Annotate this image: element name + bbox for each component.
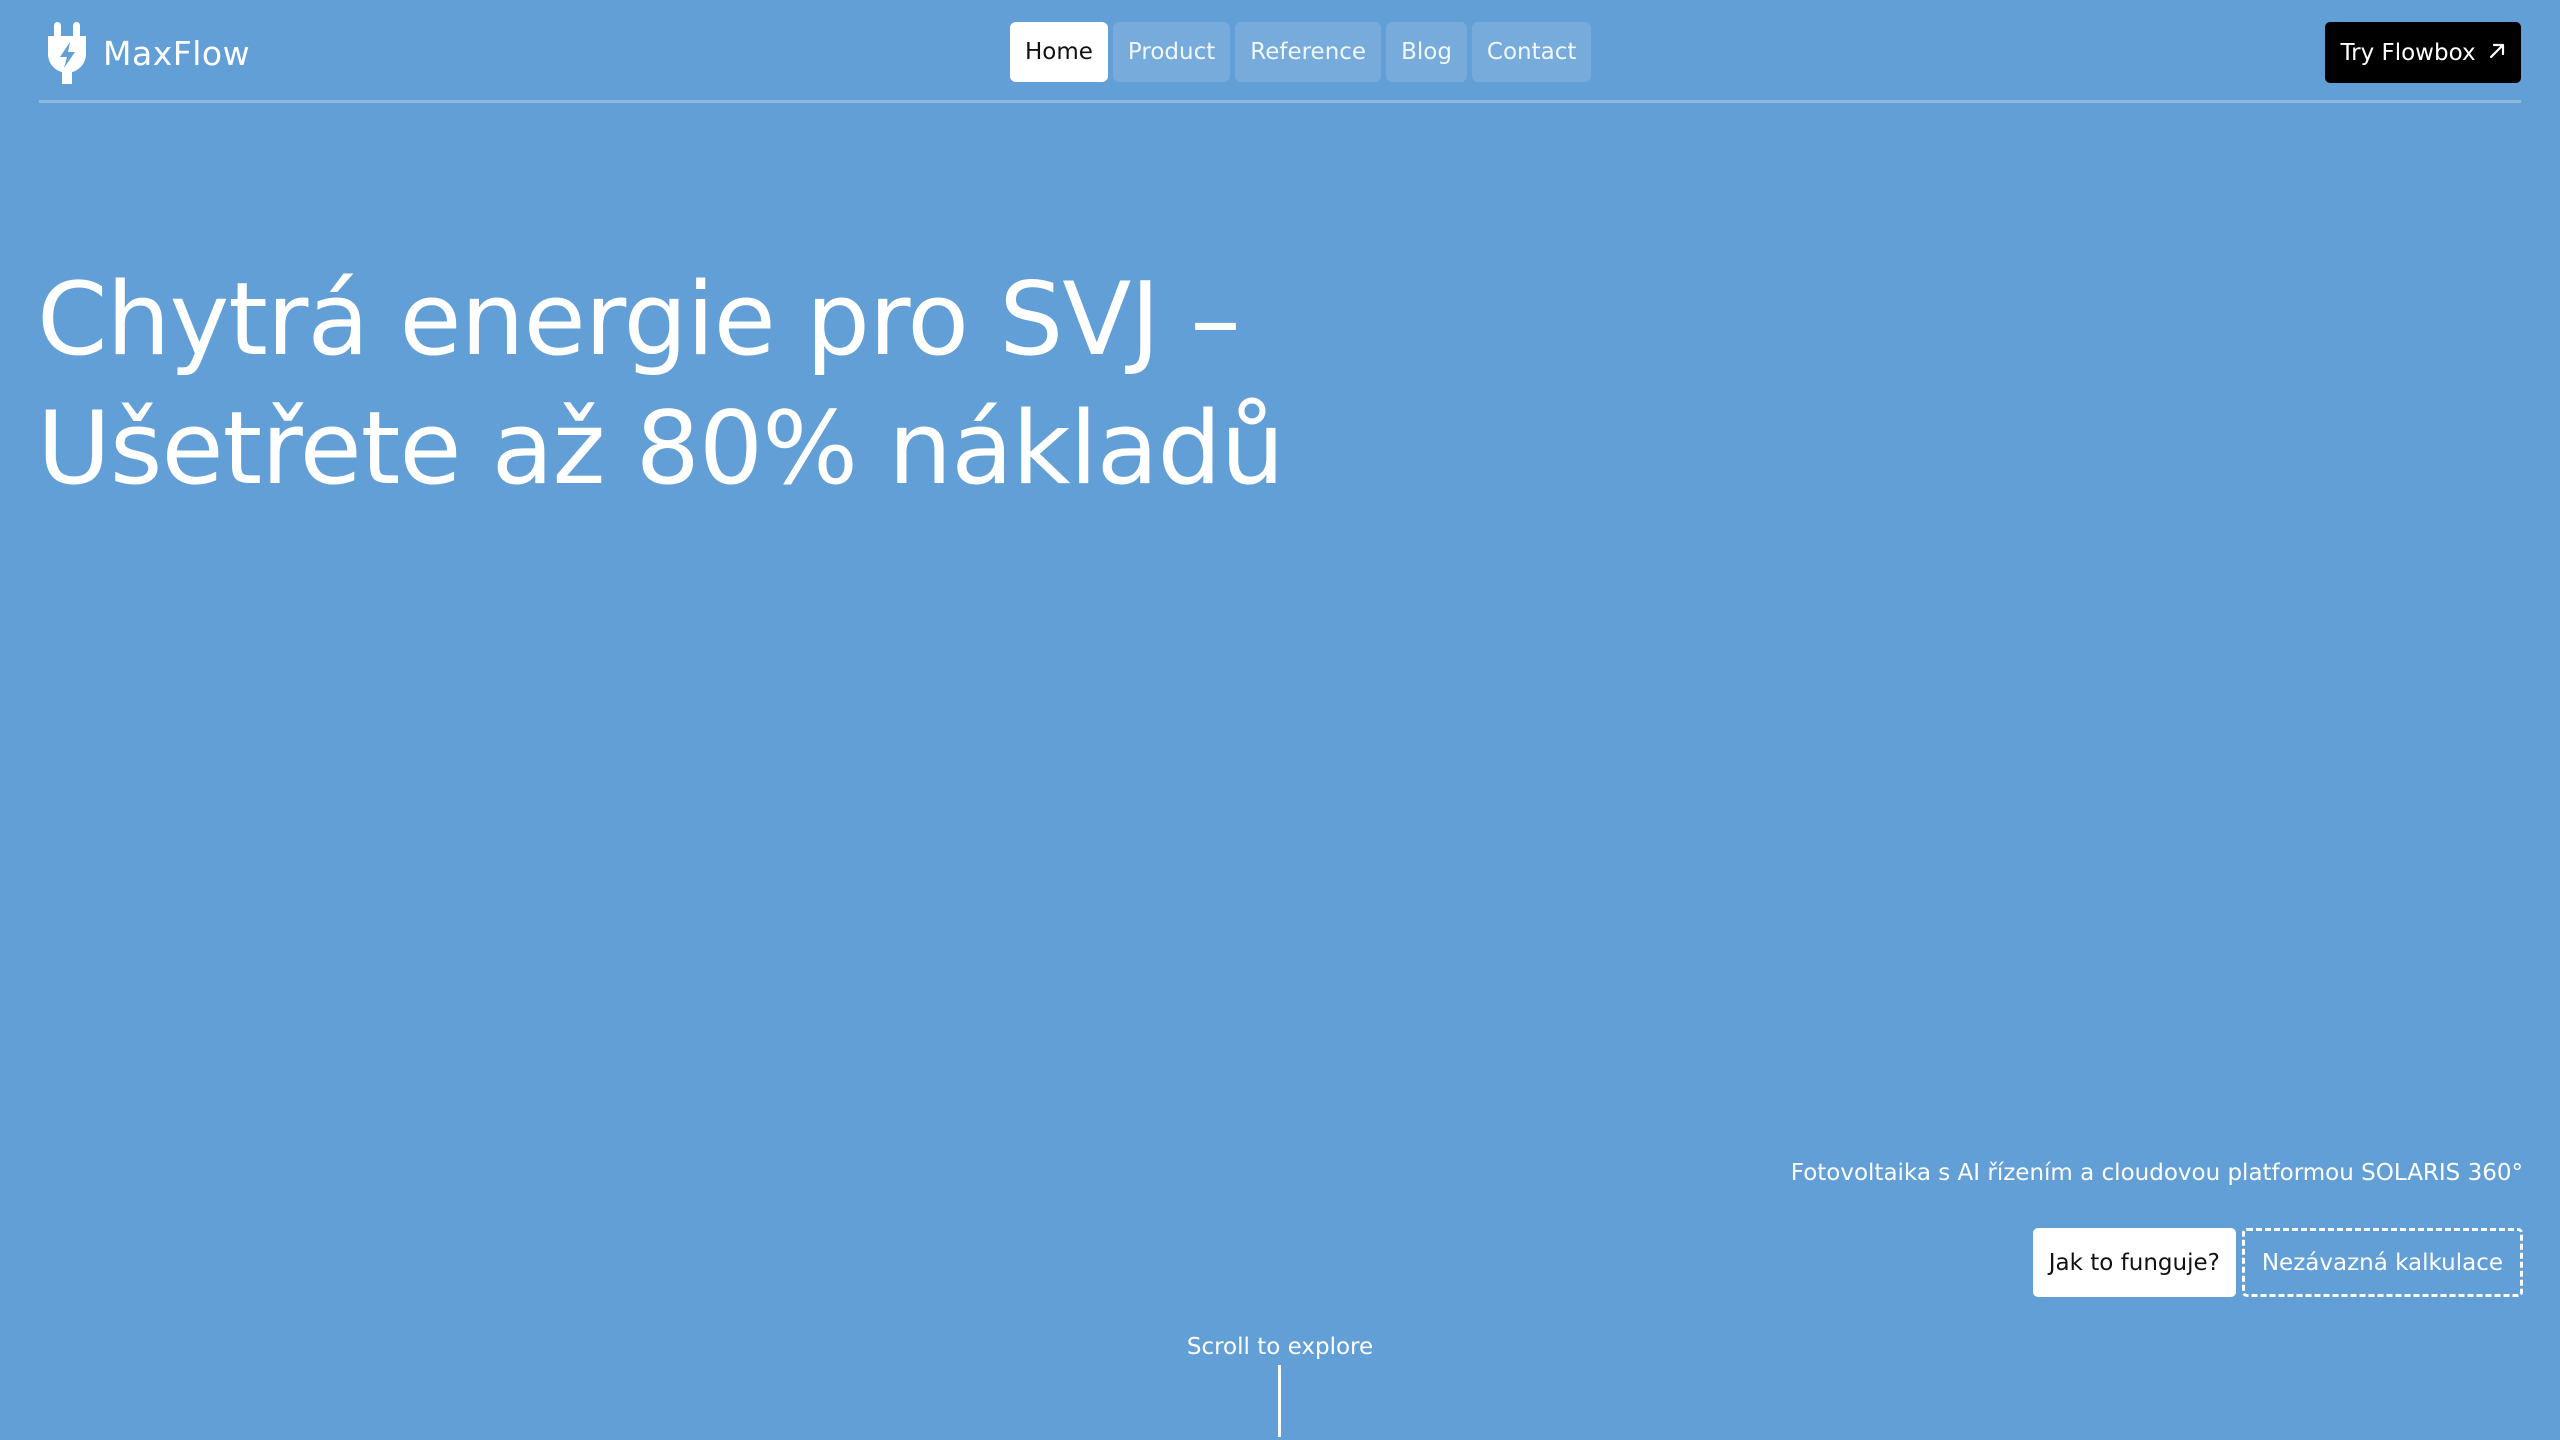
hero-tagline: Fotovoltaika s AI řízením a cloudovou pl… (1790, 1160, 2523, 1186)
try-flowbox-button[interactable]: Try Flowbox (2325, 22, 2521, 83)
hero-title-line-2: Ušetřete až 80% nákladů (37, 389, 1285, 507)
plug-bolt-icon (45, 22, 89, 84)
nav-item-product[interactable]: Product (1112, 22, 1231, 82)
nav-item-contact[interactable]: Contact (1471, 22, 1592, 82)
nav-item-reference[interactable]: Reference (1235, 22, 1382, 82)
scroll-indicator-line (1278, 1365, 1281, 1437)
nav-item-blog[interactable]: Blog (1386, 22, 1467, 82)
brand-name: MaxFlow (103, 33, 251, 73)
arrow-up-right-icon (2488, 40, 2506, 66)
how-it-works-button[interactable]: Jak to funguje? (2032, 1228, 2236, 1297)
nav-item-home[interactable]: Home (1010, 22, 1108, 82)
hero-title: Chytrá energie pro SVJ – Ušetřete až 80%… (37, 255, 1285, 513)
page: MaxFlow Home Product Reference Blog Cont… (0, 0, 2560, 1440)
logo[interactable]: MaxFlow (45, 22, 250, 84)
scroll-hint: Scroll to explore (1186, 1334, 1374, 1360)
hero-title-line-1: Chytrá energie pro SVJ – (37, 260, 1241, 378)
hero-actions: Jak to funguje? Nezávazná kalkulace (2032, 1228, 2523, 1297)
try-flowbox-label: Try Flowbox (2340, 39, 2476, 66)
free-quote-button[interactable]: Nezávazná kalkulace (2241, 1228, 2523, 1297)
site-header: MaxFlow Home Product Reference Blog Cont… (39, 0, 2521, 103)
main-nav: Home Product Reference Blog Contact (1010, 22, 1592, 82)
